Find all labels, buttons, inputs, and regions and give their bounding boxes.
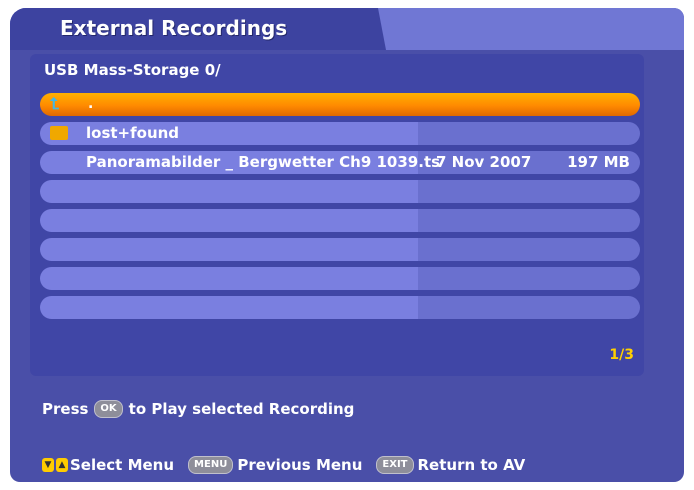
recording-date: 7 Nov 2007 bbox=[436, 153, 532, 171]
list-item-empty[interactable] bbox=[40, 267, 640, 290]
return-av-label: Return to AV bbox=[417, 456, 526, 474]
list-item-empty[interactable] bbox=[40, 180, 640, 203]
hint-prefix: Press bbox=[42, 400, 89, 418]
list-item-recording[interactable]: Panoramabilder _ Bergwetter Ch9 1039.ts … bbox=[40, 151, 640, 174]
list-item-folder[interactable]: lost+found bbox=[40, 122, 640, 145]
select-menu-label: Select Menu bbox=[70, 456, 175, 474]
folder-icon bbox=[50, 126, 68, 140]
list-item-up[interactable]: ⮤ . bbox=[40, 93, 640, 116]
page-indicator: 1/3 bbox=[609, 347, 634, 363]
arrow-up-icon: ▲ bbox=[56, 458, 68, 472]
exit-key-icon: EXIT bbox=[376, 456, 414, 474]
list-item-label: . bbox=[88, 96, 94, 112]
previous-menu-hint: MENU Previous Menu bbox=[188, 456, 362, 474]
up-arrow-icon: ⮤ bbox=[50, 94, 60, 113]
hint-suffix: to Play selected Recording bbox=[128, 400, 355, 418]
recording-size: 197 MB bbox=[567, 153, 630, 171]
select-menu-hint: ▼ ▲ Select Menu bbox=[42, 456, 174, 474]
return-av-hint: EXIT Return to AV bbox=[376, 456, 525, 474]
list-item-empty[interactable] bbox=[40, 238, 640, 261]
list-item-empty[interactable] bbox=[40, 209, 640, 232]
list-item-label: lost+found bbox=[86, 124, 180, 142]
current-path: USB Mass-Storage 0/ bbox=[44, 61, 221, 79]
ok-key-icon: OK bbox=[94, 400, 123, 418]
recording-name: Panoramabilder _ Bergwetter Ch9 1039.ts bbox=[86, 153, 441, 171]
previous-menu-label: Previous Menu bbox=[237, 456, 363, 474]
page-title: External Recordings bbox=[60, 16, 288, 40]
list-item-empty[interactable] bbox=[40, 296, 640, 319]
footer-bar: ▼ ▲ Select Menu MENU Previous Menu EXIT … bbox=[42, 456, 539, 474]
arrow-down-icon: ▼ bbox=[42, 458, 54, 472]
file-list: ⮤ . lost+found Panoramabilder _ Bergwett… bbox=[40, 93, 640, 325]
play-hint: Press OK to Play selected Recording bbox=[42, 400, 354, 418]
menu-key-icon: MENU bbox=[188, 456, 234, 474]
